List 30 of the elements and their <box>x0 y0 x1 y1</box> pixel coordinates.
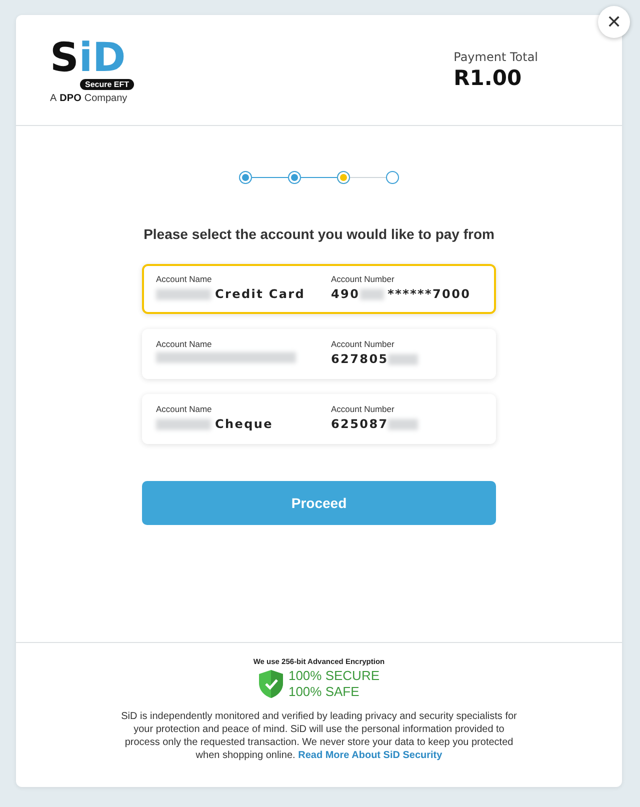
disclaimer-text: SiD is independently monitored and verified by leading privacy and security specialists for your protection and peace of mind. SiD will use the personal information provided to process only the requested transaction. We never store your data to keep you protected when shopping online. Read More About SiD Security <box>120 710 518 762</box>
prompt-text: Please select the account you would like to pay from <box>144 226 494 242</box>
account-name-label: Account Name <box>156 404 213 414</box>
redacted-blur <box>388 418 418 430</box>
payment-total-label: Payment Total <box>454 50 538 64</box>
shield-check-icon <box>258 669 284 699</box>
account-number-label: Account Number <box>331 274 396 284</box>
logo-badge: Secure EFT <box>80 78 134 90</box>
close-button[interactable]: ✕ <box>598 6 630 38</box>
account-number-label: Account Number <box>331 339 396 349</box>
account-name-label: Account Name <box>156 339 213 349</box>
logo-wordmark: SiD <box>50 36 126 78</box>
redacted-blur <box>360 288 384 300</box>
account-name: Credit Card <box>215 287 306 301</box>
security-text: 100% SAFE <box>288 684 360 700</box>
account-number: 490 <box>331 287 360 301</box>
account-name-label: Account Name <box>156 274 213 284</box>
payment-amount: R1.00 <box>454 66 523 90</box>
account-number: 627805 <box>331 352 388 366</box>
account-option[interactable]: Account Name Account Number 627805 <box>142 329 496 379</box>
logo-tagline: A DPO Company <box>50 92 128 104</box>
account-number: 625087 <box>331 417 388 431</box>
redacted-blur <box>388 354 418 364</box>
account-name: Cheque <box>215 417 273 431</box>
account-number: ******7000 <box>388 287 471 301</box>
security-link[interactable]: Read More About SiD Security <box>298 750 442 761</box>
security-text: 100% SECURE <box>288 668 380 684</box>
account-number-label: Account Number <box>331 404 396 414</box>
account-option[interactable]: Account Name Credit Card Account Number 490 ******7000 <box>142 264 496 314</box>
account-option[interactable]: Account Name Cheque Account Number 625087 <box>142 394 496 444</box>
